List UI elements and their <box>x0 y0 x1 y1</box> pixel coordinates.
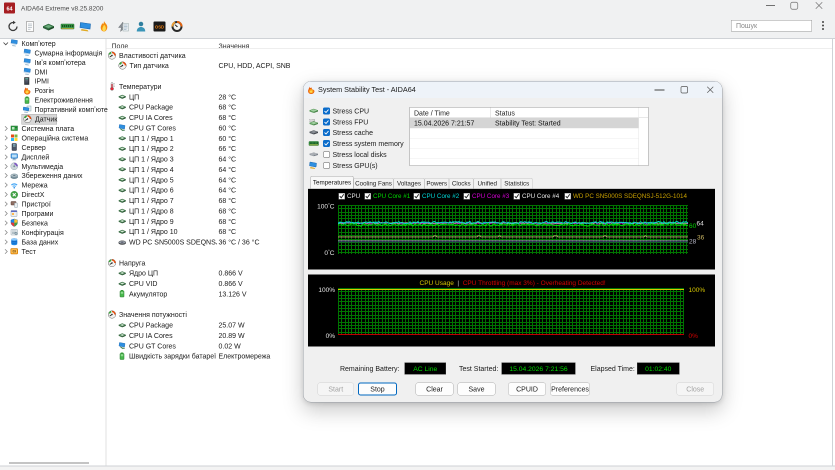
svg-text:OSD: OSD <box>155 25 164 30</box>
svg-text:64: 64 <box>6 7 13 13</box>
svg-text:09: 09 <box>12 250 16 254</box>
